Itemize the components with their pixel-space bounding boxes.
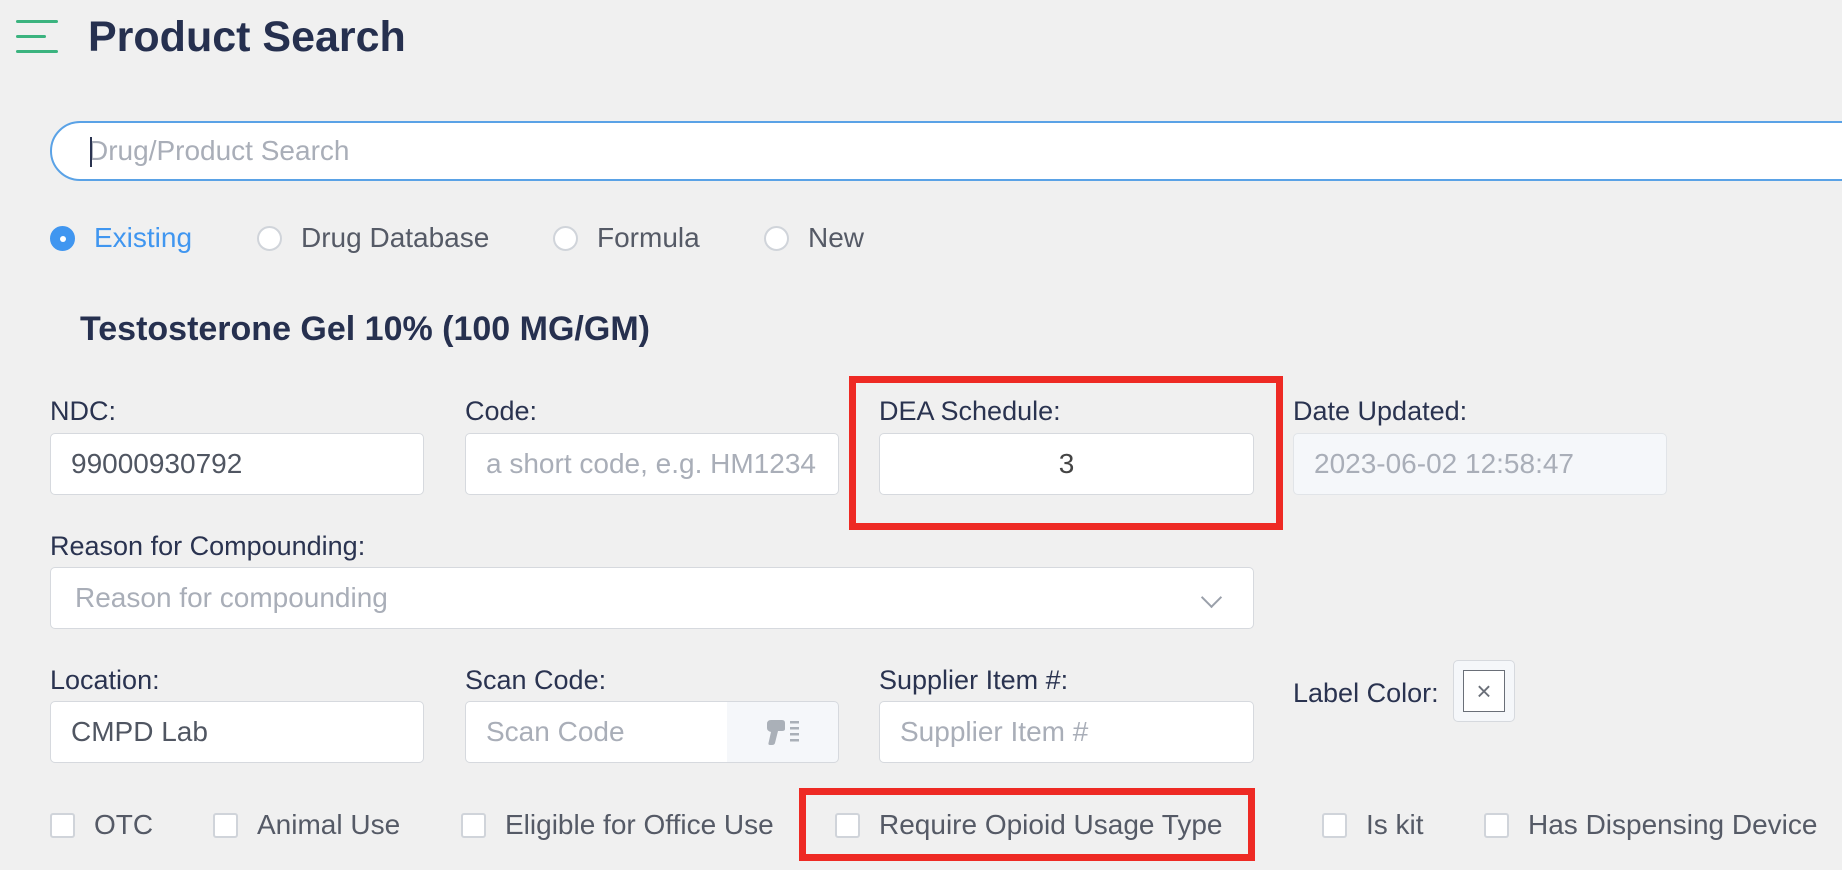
checkbox-animal-use[interactable]: Animal Use <box>213 808 400 842</box>
code-field[interactable]: a short code, e.g. HM1234 <box>465 433 839 495</box>
radio-dot <box>553 225 578 251</box>
label-color-label: Label Color: <box>1293 678 1439 708</box>
barcode-scanner-icon <box>766 720 799 745</box>
drug-product-search[interactable] <box>50 121 1842 181</box>
location-label: Location: <box>50 665 160 695</box>
radio-label: Drug Database <box>301 222 490 253</box>
checkbox-box <box>213 812 238 838</box>
dea-schedule-label: DEA Schedule: <box>879 396 1061 426</box>
location-field[interactable]: CMPD Lab <box>50 701 424 763</box>
chevron-down-icon <box>1200 586 1223 609</box>
search-input[interactable] <box>88 123 1488 179</box>
date-updated-field: 2023-06-02 12:58:47 <box>1293 433 1667 495</box>
reason-label: Reason for Compounding: <box>50 531 366 561</box>
scan-code-label: Scan Code: <box>465 665 607 695</box>
checkbox-label: Is kit <box>1366 809 1424 840</box>
checkbox-label: Require Opioid Usage Type <box>879 809 1223 840</box>
radio-existing[interactable]: Existing <box>50 222 192 254</box>
text-cursor <box>90 137 92 167</box>
radio-dot <box>257 225 282 251</box>
checkbox-label: Animal Use <box>257 809 401 840</box>
checkbox-label: Eligible for Office Use <box>505 809 774 840</box>
checkbox-label: Has Dispensing Device <box>1528 809 1818 840</box>
checkbox-otc[interactable]: OTC <box>50 808 153 842</box>
scan-button[interactable] <box>727 701 839 763</box>
dea-schedule-field[interactable]: 3 <box>879 433 1254 495</box>
code-label: Code: <box>465 396 538 426</box>
radio-formula[interactable]: Formula <box>553 222 700 254</box>
radio-drug-database[interactable]: Drug Database <box>257 222 489 254</box>
reason-select[interactable]: Reason for compounding <box>50 567 1254 629</box>
radio-new[interactable]: New <box>764 222 864 254</box>
checkbox-eligible-office-use[interactable]: Eligible for Office Use <box>461 808 774 842</box>
close-icon: × <box>1463 670 1505 712</box>
supplier-item-label: Supplier Item #: <box>879 665 1069 695</box>
hamburger-menu-icon[interactable] <box>16 18 58 56</box>
scan-code-field[interactable]: Scan Code <box>465 701 728 763</box>
ndc-field[interactable]: 99000930792 <box>50 433 424 495</box>
checkbox-box <box>1484 812 1509 838</box>
radio-dot <box>764 225 789 251</box>
reason-placeholder: Reason for compounding <box>75 582 388 613</box>
checkbox-box <box>1322 812 1347 838</box>
radio-label: Existing <box>94 222 193 253</box>
checkbox-box <box>835 812 860 838</box>
checkbox-is-kit[interactable]: Is kit <box>1322 808 1424 842</box>
supplier-item-field[interactable]: Supplier Item # <box>879 701 1254 763</box>
checkbox-box <box>50 812 75 838</box>
radio-dot <box>50 225 75 251</box>
radio-label: New <box>808 222 865 253</box>
radio-label: Formula <box>597 222 700 253</box>
page-title: Product Search <box>88 13 406 61</box>
checkbox-require-opioid-usage-type[interactable]: Require Opioid Usage Type <box>835 808 1222 842</box>
checkbox-box <box>461 812 486 838</box>
date-updated-label: Date Updated: <box>1293 396 1468 426</box>
label-color-picker[interactable]: × <box>1453 660 1515 722</box>
ndc-label: NDC: <box>50 396 116 426</box>
checkbox-label: OTC <box>94 809 154 840</box>
checkbox-has-dispensing-device[interactable]: Has Dispensing Device <box>1484 808 1817 842</box>
product-name: Testosterone Gel 10% (100 MG/GM) <box>80 310 650 348</box>
